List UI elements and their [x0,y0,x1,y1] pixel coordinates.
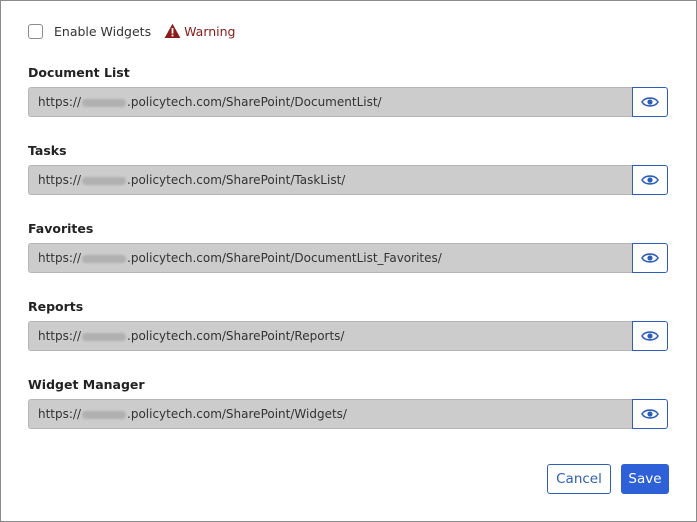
redacted-host [82,254,127,263]
reports-url-input[interactable]: https://.policytech.com/SharePoint/Repor… [28,321,633,351]
eye-icon [641,253,659,263]
eye-icon [641,409,659,419]
tasks-url-input[interactable]: https://.policytech.com/SharePoint/TaskL… [28,165,633,195]
field-label: Favorites [28,221,94,236]
field-tasks: Tasks https://.policytech.com/SharePoint… [28,143,669,195]
field-row: https://.policytech.com/SharePoint/Docum… [28,243,669,273]
widget-manager-url-input[interactable]: https://.policytech.com/SharePoint/Widge… [28,399,633,429]
warning-label: Warning [184,23,236,39]
field-label: Document List [28,65,130,80]
warning-indicator: Warning [164,23,236,39]
show-url-button[interactable] [632,243,668,273]
show-url-button[interactable] [632,399,668,429]
field-row: https://.policytech.com/SharePoint/Docum… [28,87,669,117]
field-widget-manager: Widget Manager https://.policytech.com/S… [28,377,669,429]
document-list-url-input[interactable]: https://.policytech.com/SharePoint/Docum… [28,87,633,117]
field-label: Widget Manager [28,377,145,392]
field-label: Reports [28,299,84,314]
widget-settings-dialog: Enable Widgets Warning Document List htt… [0,0,697,522]
show-url-button[interactable] [632,87,668,117]
field-document-list: Document List https://.policytech.com/Sh… [28,65,669,117]
eye-icon [641,175,659,185]
enable-widgets-row: Enable Widgets Warning [28,22,236,40]
show-url-button[interactable] [632,321,668,351]
redacted-host [82,410,127,419]
favorites-url-input[interactable]: https://.policytech.com/SharePoint/Docum… [28,243,633,273]
cancel-button[interactable]: Cancel [547,464,611,494]
eye-icon [641,331,659,341]
enable-widgets-label[interactable]: Enable Widgets [54,24,151,39]
show-url-button[interactable] [632,165,668,195]
warning-triangle-icon [164,23,181,38]
field-row: https://.policytech.com/SharePoint/Widge… [28,399,669,429]
field-row: https://.policytech.com/SharePoint/TaskL… [28,165,669,195]
redacted-host [82,332,127,341]
field-favorites: Favorites https://.policytech.com/ShareP… [28,221,669,273]
redacted-host [82,176,127,185]
enable-widgets-checkbox[interactable] [28,23,43,39]
field-row: https://.policytech.com/SharePoint/Repor… [28,321,669,351]
eye-icon [641,97,659,107]
field-label: Tasks [28,143,67,158]
field-reports: Reports https://.policytech.com/SharePoi… [28,299,669,351]
redacted-host [82,98,127,107]
save-button[interactable]: Save [621,464,669,494]
